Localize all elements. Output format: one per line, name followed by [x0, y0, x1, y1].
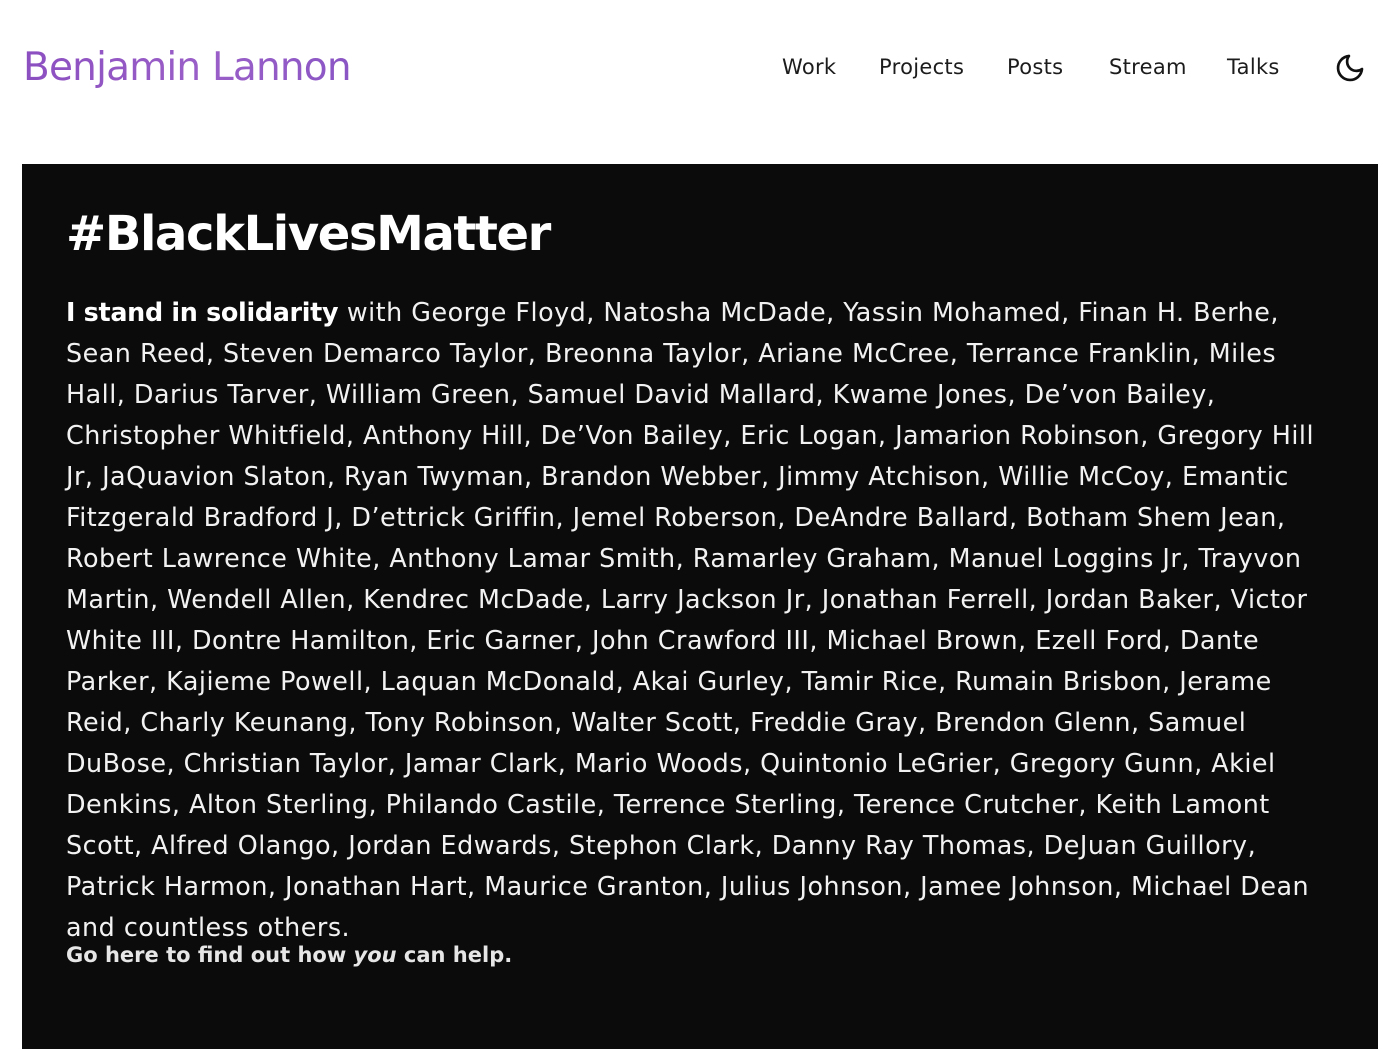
nav-item-projects[interactable]: Projects: [879, 52, 964, 82]
nav-item-posts[interactable]: Posts: [1007, 52, 1063, 82]
help-link-emphasis: you: [353, 943, 397, 967]
blm-title: #BlackLivesMatter: [66, 206, 551, 262]
help-link-suffix: can help.: [396, 943, 513, 967]
help-link-prefix: Go here to find out how: [66, 943, 354, 967]
main-nav: Work Projects Posts Stream Talks: [0, 52, 1400, 82]
blm-statement: I stand in solidarity with George Floyd,…: [66, 292, 1342, 948]
blm-banner: #BlackLivesMatter I stand in solidarity …: [22, 164, 1378, 1049]
help-link[interactable]: Go here to find out how you can help.: [66, 938, 512, 972]
nav-item-stream[interactable]: Stream: [1109, 52, 1187, 82]
moon-icon: [1336, 54, 1364, 82]
nav-item-talks[interactable]: Talks: [1227, 52, 1280, 82]
blm-lead: I stand in solidarity: [66, 297, 339, 327]
site-header: Benjamin Lannon Work Projects Posts Stre…: [0, 0, 1400, 140]
blm-names-list: with George Floyd, Natosha McDade, Yassi…: [66, 297, 1315, 942]
theme-toggle-button[interactable]: [1333, 51, 1367, 85]
nav-item-work[interactable]: Work: [782, 52, 836, 82]
